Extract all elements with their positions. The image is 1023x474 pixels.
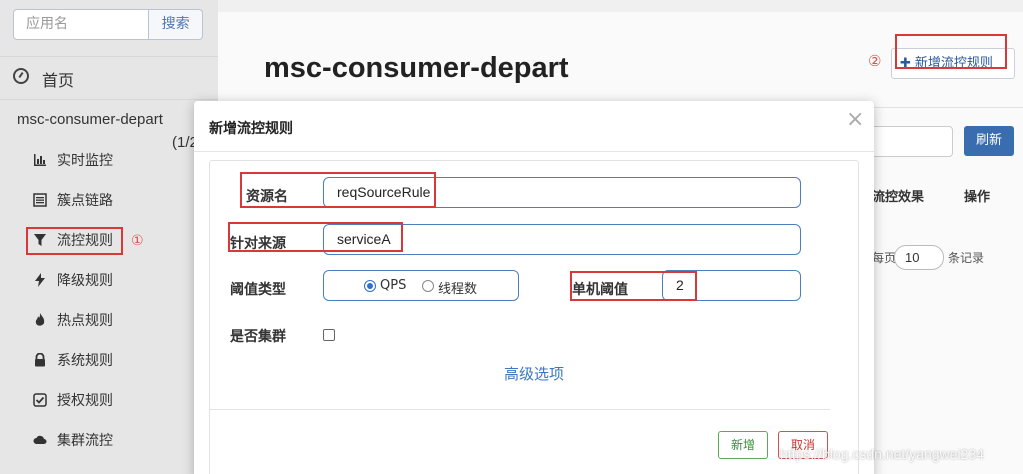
radio-thread-count-label: 线程数: [438, 282, 478, 297]
cloud-icon: [33, 435, 47, 444]
radio-thread-count[interactable]: [422, 280, 434, 292]
sidebar-item-flow-rules[interactable]: 流控规则: [33, 228, 113, 252]
app-name[interactable]: msc-consumer-depart: [17, 111, 163, 128]
sidebar-item-degrade-rules[interactable]: 降级规则: [33, 268, 113, 292]
rule-form: 资源名 reqSourceRule 针对来源 serviceA 阈值类型 QPS…: [209, 160, 859, 474]
cluster-mode-checkbox[interactable]: [323, 329, 335, 341]
single-threshold-label: 单机阈值: [572, 282, 628, 298]
sidebar: 应用名 搜索 首页 msc-consumer-depart (1/2 实时监控 …: [0, 0, 218, 474]
sidebar-item-hotspot-rules[interactable]: 热点规则: [33, 308, 113, 332]
fire-icon: [35, 313, 45, 326]
add-flow-rule-label: 新增流控规则: [914, 56, 993, 71]
limit-app-label: 针对来源: [230, 236, 286, 252]
threshold-type-label: 阈值类型: [230, 282, 286, 298]
list-icon: [33, 193, 47, 207]
add-flow-rule-button[interactable]: ✚ 新增流控规则: [891, 48, 1015, 79]
resource-name-label: 资源名: [246, 189, 288, 205]
pager-prefix: 每页: [872, 251, 897, 265]
bolt-icon: [35, 273, 45, 287]
limit-app-input[interactable]: serviceA: [323, 224, 801, 255]
check-square-icon: [33, 393, 47, 407]
plus-icon: ✚: [900, 56, 911, 71]
resource-name-input[interactable]: reqSourceRule: [323, 177, 801, 208]
bar-chart-icon: [34, 154, 46, 166]
watermark: https://blog.csdn.net/yangwei234: [780, 446, 984, 462]
nav-home[interactable]: 首页: [0, 56, 218, 100]
cluster-mode-label: 是否集群: [230, 329, 286, 345]
sidebar-item-label: 降级规则: [57, 273, 113, 289]
sidebar-item-auth-rules[interactable]: 授权规则: [33, 388, 113, 412]
single-threshold-input[interactable]: 2: [662, 270, 801, 301]
home-label: 首页: [42, 71, 75, 90]
pager-suffix: 条记录: [948, 251, 985, 265]
sidebar-item-cluster-link[interactable]: 簇点链路: [33, 188, 113, 212]
sidebar-item-label: 簇点链路: [57, 193, 113, 209]
close-icon[interactable]: ×: [846, 107, 864, 132]
threshold-type-radio-group: QPS 线程数: [323, 270, 519, 301]
page-title: msc-consumer-depart: [264, 52, 569, 84]
dialog-title: 新增流控规则: [209, 121, 293, 137]
divider: [210, 409, 830, 410]
annotation-marker-2: ②: [868, 52, 882, 70]
sidebar-item-label: 流控规则: [57, 233, 113, 249]
sidebar-item-system-rules[interactable]: 系统规则: [33, 348, 113, 372]
refresh-button[interactable]: 刷新: [964, 126, 1014, 156]
add-flow-rule-dialog: 新增流控规则 × 资源名 reqSourceRule 针对来源 serviceA…: [194, 101, 874, 474]
add-button[interactable]: 新增: [718, 431, 768, 459]
page-size-input[interactable]: 10: [894, 245, 944, 270]
sidebar-item-label: 实时监控: [57, 153, 113, 169]
sidebar-item-label: 系统规则: [57, 353, 113, 369]
advanced-options-link[interactable]: 高级选项: [504, 363, 564, 384]
lock-icon: [35, 353, 45, 367]
annotation-marker-1: ①: [131, 233, 144, 249]
dashboard-icon: [13, 68, 29, 84]
radio-qps-label: QPS: [380, 278, 407, 293]
column-header-effect: 流控效果: [872, 190, 925, 205]
app-search: 应用名 搜索: [13, 9, 203, 40]
sidebar-item-label: 授权规则: [57, 393, 113, 409]
column-header-ops: 操作: [964, 190, 991, 205]
sidebar-item-cluster-flow[interactable]: 集群流控: [33, 428, 113, 452]
sidebar-item-label: 热点规则: [57, 313, 113, 329]
sidebar-item-label: 集群流控: [57, 433, 113, 449]
app-search-input[interactable]: 应用名: [13, 9, 150, 40]
search-button[interactable]: 搜索: [149, 9, 203, 40]
sidebar-item-realtime[interactable]: 实时监控: [33, 148, 113, 172]
radio-qps[interactable]: [364, 280, 376, 292]
filter-icon: [34, 234, 46, 246]
divider: [194, 151, 874, 152]
rule-search-input[interactable]: [868, 126, 953, 157]
